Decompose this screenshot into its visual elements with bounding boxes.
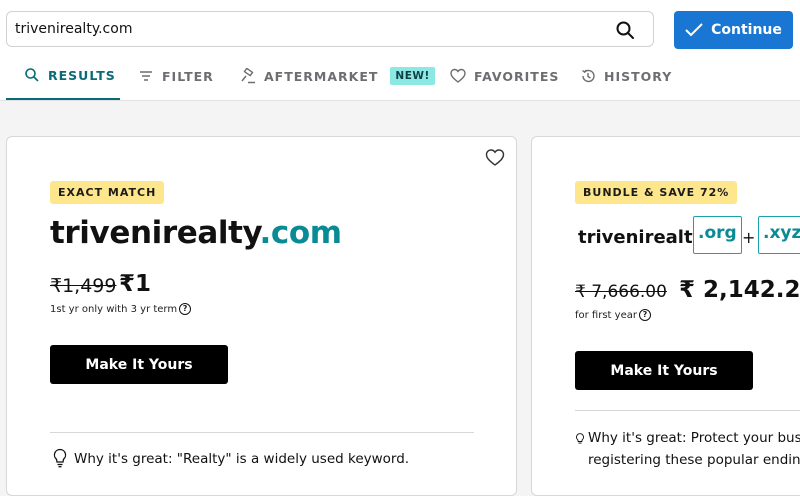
tab-label: RESULTS [48, 67, 116, 83]
tab-label: AFTERMARKET [264, 68, 379, 84]
search-box[interactable] [6, 11, 654, 47]
bundle-price-term: for first year ? [575, 309, 651, 321]
continue-button[interactable]: Continue [674, 11, 793, 49]
domain-title: trivenirealty.com [50, 215, 342, 251]
make-it-yours-button[interactable]: Make It Yours [50, 345, 228, 384]
new-badge: NEW! [390, 67, 435, 85]
divider [575, 410, 800, 411]
search-icon [25, 68, 39, 82]
tld-xyz-box: .xyz [758, 216, 800, 254]
tab-filter[interactable]: FILTER [138, 52, 214, 100]
search-icon[interactable] [615, 20, 635, 40]
tld-org-box: .org [693, 216, 742, 254]
info-icon[interactable]: ? [179, 303, 192, 315]
exact-match-card: EXACT MATCH trivenirealty.com ₹1,499 ₹1 … [6, 136, 517, 496]
heart-icon [450, 68, 466, 83]
tab-favorites[interactable]: FAVORITES [450, 52, 559, 100]
search-input[interactable] [15, 18, 605, 40]
bundle-term-text: for first year [575, 309, 637, 321]
tab-label: FAVORITES [474, 68, 560, 84]
tab-aftermarket[interactable]: AFTERMARKET NEW! [240, 52, 435, 100]
history-icon [582, 69, 595, 83]
filter-icon [140, 71, 152, 81]
exact-match-badge: EXACT MATCH [50, 181, 165, 204]
bundle-sale-price: ₹ 2,142.24 [679, 277, 800, 303]
lightbulb-icon [576, 433, 584, 444]
lightbulb-icon [53, 448, 67, 468]
tab-results[interactable]: RESULTS [6, 52, 120, 100]
tab-label: HISTORY [604, 68, 673, 84]
bundle-card: BUNDLE & SAVE 72% trivenirealty .org + .… [531, 136, 800, 496]
bundle-domain-name: trivenirealty [578, 227, 705, 248]
original-price: ₹1,499 [50, 275, 117, 297]
tab-history[interactable]: HISTORY [580, 52, 672, 100]
divider [50, 432, 474, 433]
term-text: 1st yr only with 3 yr term [50, 303, 178, 315]
continue-label: Continue [711, 22, 782, 38]
domain-name: trivenirealty [50, 215, 260, 251]
top-bar: Continue RESULTS FILTER AFTERMARKET [0, 0, 800, 101]
domain-tld: .com [259, 215, 343, 251]
gavel-icon [241, 68, 255, 84]
bundle-badge: BUNDLE & SAVE 72% [575, 181, 738, 204]
tab-bar: RESULTS FILTER AFTERMARKET NEW! FAVORITE… [0, 52, 800, 101]
bundle-why-line1: Why it's great: Protect your busin [588, 430, 800, 446]
price-term: 1st yr only with 3 yr term ? [50, 303, 192, 315]
bundle-make-it-yours-button[interactable]: Make It Yours [575, 351, 753, 390]
bundle-original-price: ₹ 7,666.00 [575, 282, 667, 302]
tab-label: FILTER [162, 68, 214, 84]
sale-price: ₹1 [119, 271, 152, 297]
favorite-heart-icon[interactable] [485, 148, 505, 168]
bundle-why-line2: registering these popular endings [588, 452, 800, 468]
check-icon [685, 23, 703, 37]
why-text: Why it's great: "Realty" is a widely use… [74, 451, 410, 467]
info-icon[interactable]: ? [638, 309, 651, 321]
bundle-why-great: Why it's great: Protect your busin regis… [575, 427, 800, 471]
plus-sign: + [742, 228, 756, 247]
why-great: Why it's great: "Realty" is a widely use… [52, 448, 409, 470]
